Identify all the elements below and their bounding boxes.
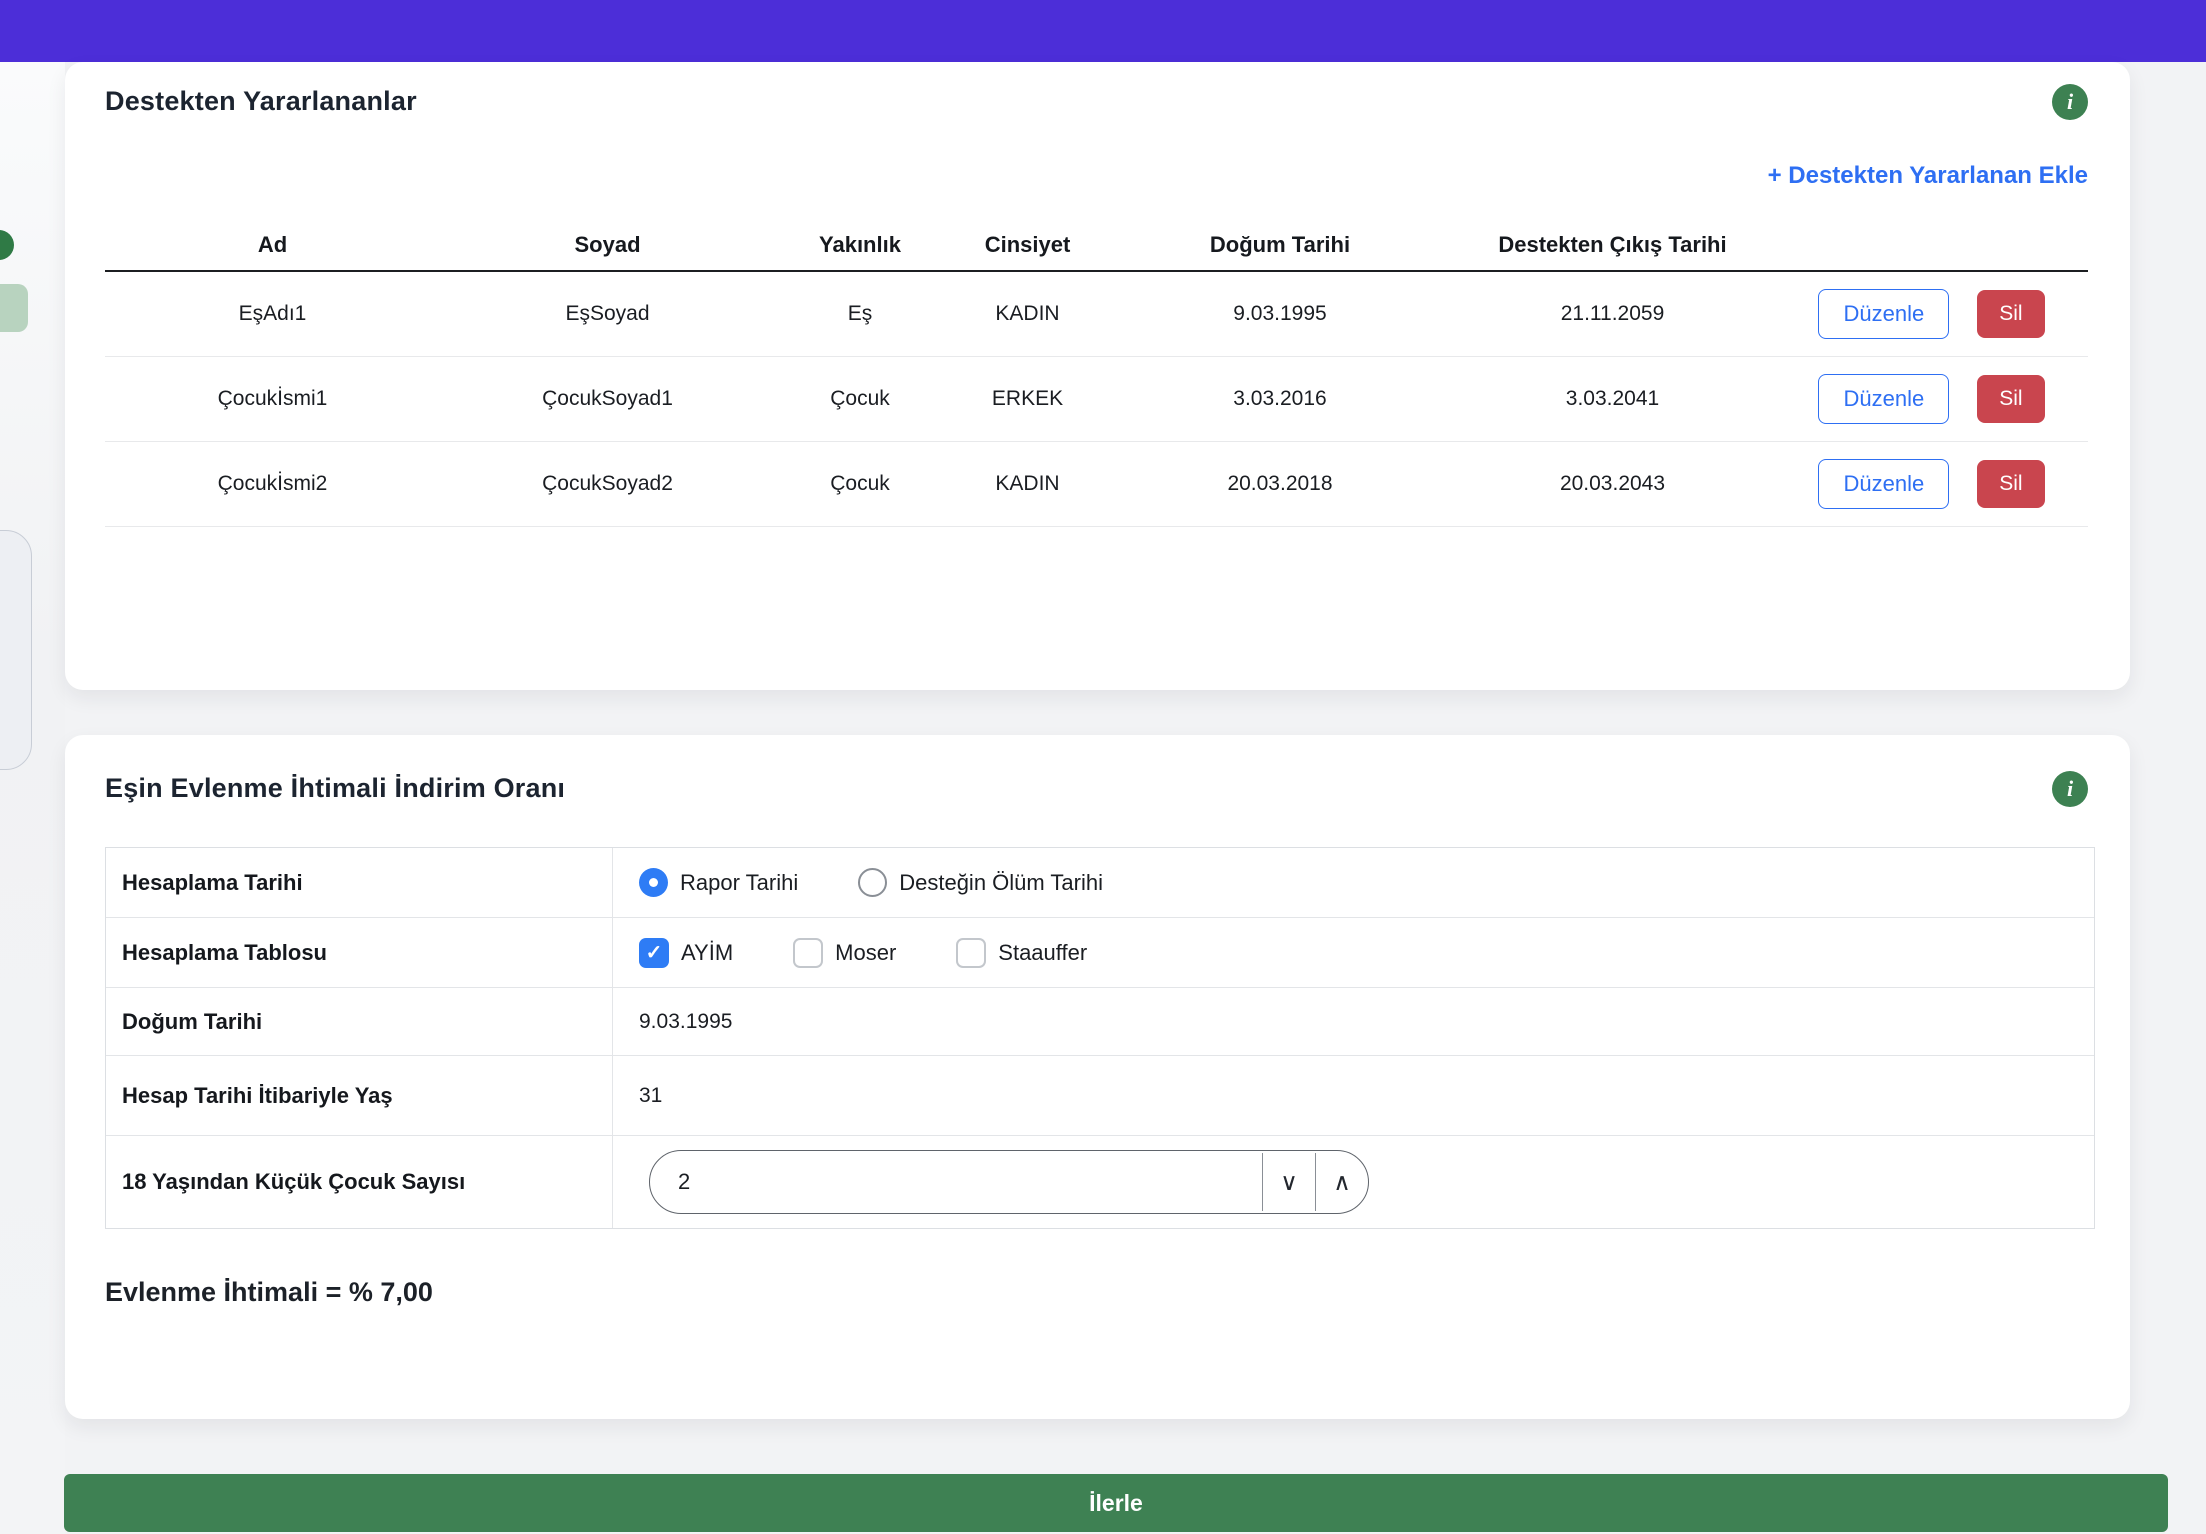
radio-rapor-tarihi[interactable]: Rapor Tarihi bbox=[639, 868, 798, 897]
checkbox-moser[interactable]: Moser bbox=[793, 938, 896, 968]
column-header-dogum-tarihi: Doğum Tarihi bbox=[1110, 232, 1450, 258]
cell-yakinlik: Çocuk bbox=[775, 387, 945, 411]
form-row-birth-date: Doğum Tarihi 9.03.1995 bbox=[106, 988, 2094, 1056]
edit-button[interactable]: Düzenle bbox=[1818, 459, 1949, 509]
edit-button[interactable]: Düzenle bbox=[1818, 289, 1949, 339]
proceed-button[interactable]: İlerle bbox=[64, 1474, 2168, 1532]
cell-dogum-tarihi: 20.03.2018 bbox=[1110, 472, 1450, 496]
checkbox-staauffer[interactable]: Staauffer bbox=[956, 938, 1087, 968]
cell-yakinlik: Çocuk bbox=[775, 472, 945, 496]
radio-selected-icon bbox=[639, 868, 668, 897]
top-navigation-bar bbox=[0, 0, 2206, 62]
form-row-calc-table: Hesaplama Tablosu ✓ AYİM Moser Staauffer bbox=[106, 918, 2094, 988]
cell-cinsiyet: ERKEK bbox=[945, 387, 1110, 411]
cell-cinsiyet: KADIN bbox=[945, 472, 1110, 496]
calc-table-label: Hesaplama Tablosu bbox=[106, 918, 613, 987]
form-row-age: Hesap Tarihi İtibariyle Yaş 31 bbox=[106, 1056, 2094, 1136]
cell-cikis-tarihi: 20.03.2043 bbox=[1450, 472, 1775, 496]
delete-button[interactable]: Sil bbox=[1977, 290, 2044, 338]
sidebar-item-partial bbox=[0, 284, 28, 332]
column-header-soyad: Soyad bbox=[440, 232, 775, 258]
delete-button[interactable]: Sil bbox=[1977, 460, 2044, 508]
background-card-partial bbox=[0, 530, 32, 770]
info-icon-glyph: i bbox=[2067, 89, 2073, 115]
delete-button[interactable]: Sil bbox=[1977, 375, 2044, 423]
checkbox-ayim[interactable]: ✓ AYİM bbox=[639, 938, 733, 968]
age-value: 31 bbox=[639, 1084, 662, 1108]
birth-date-value: 9.03.1995 bbox=[639, 1010, 732, 1034]
form-row-calc-date: Hesaplama Tarihi Rapor Tarihi Desteğin Ö… bbox=[106, 848, 2094, 918]
table-header-row: Ad Soyad Yakınlık Cinsiyet Doğum Tarihi … bbox=[105, 220, 2088, 272]
cell-soyad: ÇocukSoyad1 bbox=[440, 387, 775, 411]
form-row-child-count: 18 Yaşından Küçük Çocuk Sayısı ∨ ∧ bbox=[106, 1136, 2094, 1228]
birth-date-label: Doğum Tarihi bbox=[106, 988, 613, 1055]
table-row: Çocukİsmi2 ÇocukSoyad2 Çocuk KADIN 20.03… bbox=[105, 442, 2088, 527]
column-header-ad: Ad bbox=[105, 232, 440, 258]
cell-ad: Çocukİsmi1 bbox=[105, 387, 440, 411]
cell-soyad: ÇocukSoyad2 bbox=[440, 472, 775, 496]
beneficiaries-table: Ad Soyad Yakınlık Cinsiyet Doğum Tarihi … bbox=[105, 220, 2088, 527]
cell-ad: EşAdı1 bbox=[105, 302, 440, 326]
cell-soyad: EşSoyad bbox=[440, 302, 775, 326]
cell-cikis-tarihi: 3.03.2041 bbox=[1450, 387, 1775, 411]
table-row: EşAdı1 EşSoyad Eş KADIN 9.03.1995 21.11.… bbox=[105, 272, 2088, 357]
cell-cinsiyet: KADIN bbox=[945, 302, 1110, 326]
child-count-stepper: ∨ ∧ bbox=[649, 1150, 1369, 1214]
child-count-label: 18 Yaşından Küçük Çocuk Sayısı bbox=[106, 1136, 613, 1228]
checkbox-checked-icon: ✓ bbox=[639, 938, 669, 968]
beneficiaries-card: Destekten Yararlananlar i + Destekten Ya… bbox=[65, 62, 2130, 690]
add-beneficiary-link[interactable]: + Destekten Yararlanan Ekle bbox=[1768, 162, 2088, 190]
radio-destegin-olum-tarihi[interactable]: Desteğin Ölüm Tarihi bbox=[858, 868, 1103, 897]
checkbox-unchecked-icon bbox=[793, 938, 823, 968]
marriage-probability-result: Evlenme İhtimali = % 7,00 bbox=[105, 1277, 2088, 1308]
edit-button[interactable]: Düzenle bbox=[1818, 374, 1949, 424]
info-icon[interactable]: i bbox=[2052, 771, 2088, 807]
chevron-up-icon: ∧ bbox=[1333, 1168, 1351, 1197]
status-dot-icon bbox=[0, 230, 14, 260]
marriage-form: Hesaplama Tarihi Rapor Tarihi Desteğin Ö… bbox=[105, 847, 2095, 1229]
table-row: Çocukİsmi1 ÇocukSoyad1 Çocuk ERKEK 3.03.… bbox=[105, 357, 2088, 442]
cell-ad: Çocukİsmi2 bbox=[105, 472, 440, 496]
info-icon[interactable]: i bbox=[2052, 84, 2088, 120]
background-left-strip bbox=[0, 62, 65, 1534]
calc-date-label: Hesaplama Tarihi bbox=[106, 848, 613, 917]
cell-dogum-tarihi: 3.03.2016 bbox=[1110, 387, 1450, 411]
cell-cikis-tarihi: 21.11.2059 bbox=[1450, 302, 1775, 326]
column-header-cinsiyet: Cinsiyet bbox=[945, 232, 1110, 258]
increment-button[interactable]: ∧ bbox=[1316, 1151, 1368, 1213]
radio-unselected-icon bbox=[858, 868, 887, 897]
column-header-yakinlik: Yakınlık bbox=[775, 232, 945, 258]
chevron-down-icon: ∨ bbox=[1280, 1168, 1298, 1197]
column-header-cikis-tarihi: Destekten Çıkış Tarihi bbox=[1450, 232, 1775, 258]
cell-dogum-tarihi: 9.03.1995 bbox=[1110, 302, 1450, 326]
marriage-probability-card: Eşin Evlenme İhtimali İndirim Oranı i He… bbox=[65, 735, 2130, 1419]
decrement-button[interactable]: ∨ bbox=[1263, 1151, 1315, 1213]
info-icon-glyph: i bbox=[2067, 776, 2073, 802]
checkbox-unchecked-icon bbox=[956, 938, 986, 968]
child-count-input[interactable] bbox=[650, 1151, 1262, 1213]
cell-yakinlik: Eş bbox=[775, 302, 945, 326]
age-label: Hesap Tarihi İtibariyle Yaş bbox=[106, 1056, 613, 1135]
marriage-card-title: Eşin Evlenme İhtimali İndirim Oranı bbox=[105, 773, 565, 804]
beneficiaries-card-title: Destekten Yararlananlar bbox=[105, 86, 417, 117]
